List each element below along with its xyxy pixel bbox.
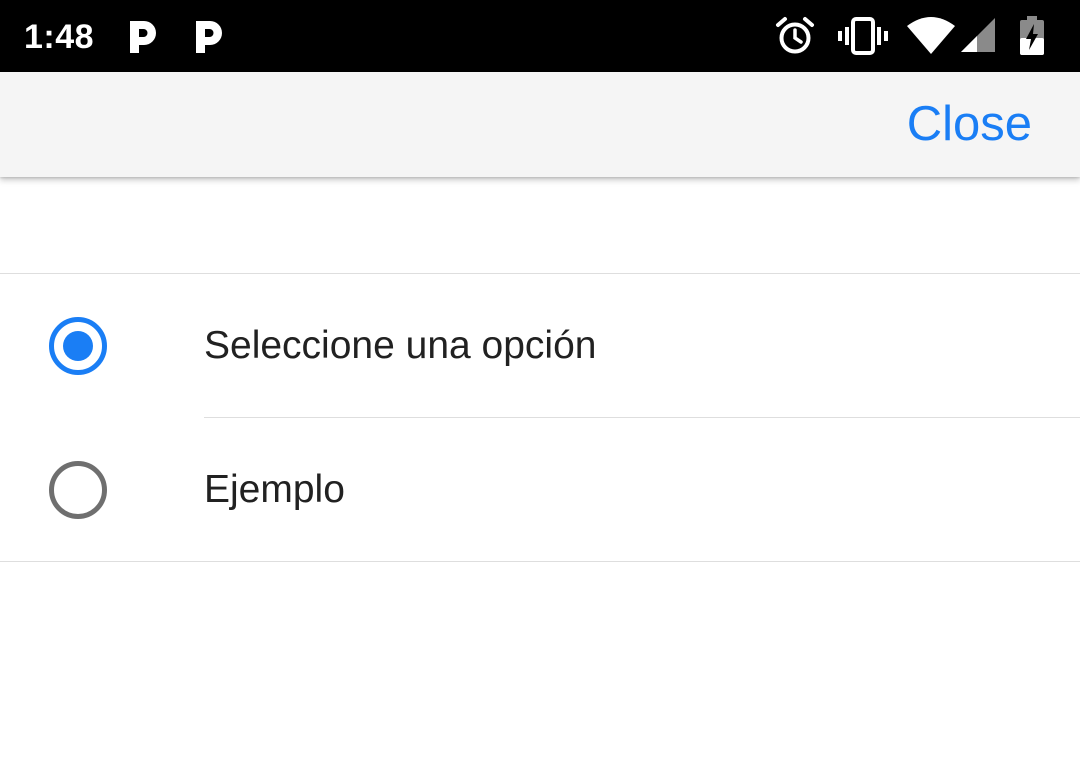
- wifi-icon: [907, 17, 955, 54]
- toolbar: Close: [0, 72, 1080, 177]
- option-row-seleccione[interactable]: Seleccione una opción: [0, 274, 1080, 417]
- alarm-icon: [776, 17, 814, 54]
- options-list: Seleccione una opción Ejemplo: [0, 273, 1080, 562]
- p-app-icon: [130, 21, 156, 53]
- close-button[interactable]: Close: [907, 94, 1032, 154]
- radio-unselected-icon[interactable]: [48, 460, 108, 520]
- option-label: Ejemplo: [204, 468, 345, 511]
- vibrate-icon: [838, 17, 888, 55]
- p-app-icon: [196, 21, 222, 53]
- status-time: 1:48: [24, 18, 95, 56]
- radio-selected-icon[interactable]: [48, 316, 108, 376]
- battery-charging-icon: [1020, 16, 1044, 55]
- status-bar: 1:48: [0, 0, 1080, 72]
- cell-signal-icon: [961, 18, 995, 52]
- option-label: Seleccione una opción: [204, 324, 597, 367]
- divider: [0, 561, 1080, 562]
- option-row-ejemplo[interactable]: Ejemplo: [0, 418, 1080, 561]
